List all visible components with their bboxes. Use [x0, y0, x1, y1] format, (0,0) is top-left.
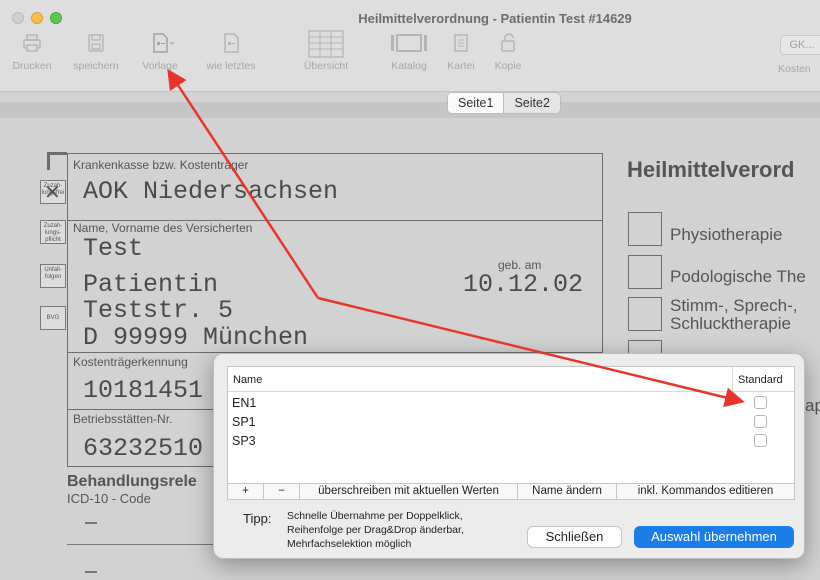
remove-button[interactable]: − — [264, 484, 300, 499]
toolbar-catalog-button[interactable]: Katalog — [386, 32, 432, 84]
rename-button[interactable]: Name ändern — [518, 484, 617, 499]
card-icon — [450, 32, 472, 54]
table-row[interactable]: SP1 — [228, 413, 794, 432]
form-corner-mark — [47, 152, 50, 170]
cost-carrier-label: Kostenträgerkennung — [73, 355, 188, 369]
template-icon — [149, 32, 175, 54]
icd-dash — [85, 522, 97, 524]
option-label-cut: ap — [805, 396, 820, 415]
toolbar-label: Kosten — [778, 63, 811, 75]
side-box-label: Unfall-folgen — [44, 267, 62, 280]
toolbar-save-button[interactable]: speichern — [68, 32, 124, 84]
app-window: Heilmittelverordnung - Patientin Test #1… — [0, 0, 820, 580]
name-label: Name, Vorname des Versicherten — [73, 221, 253, 235]
copayment-box[interactable]: Zuzah-lungs-pflicht — [40, 220, 66, 244]
toolbar-card-button[interactable]: Kartei — [443, 32, 479, 84]
tip-text: Schnelle Übernahme per Doppelklick, Reih… — [287, 510, 464, 550]
side-box-label: BVG — [46, 315, 60, 321]
window-title: Heilmittelverordnung - Patientin Test #1… — [358, 11, 632, 26]
toolbar-label: wie letztes — [206, 60, 256, 72]
insurer-label: Krankenkasse bzw. Kostenträger — [73, 158, 249, 172]
template-table: Name Standard EN1 SP1 SP3 — [227, 366, 795, 487]
toolbar-copy-button[interactable]: Kopie — [489, 32, 527, 84]
icd-dash — [85, 571, 97, 573]
form-heading: Heilmittelverord — [627, 157, 795, 182]
close-button[interactable]: Schließen — [527, 526, 622, 548]
catalog-icon — [389, 32, 429, 54]
tab-seite2[interactable]: Seite2 — [504, 93, 559, 113]
toolbar-print-button[interactable]: Drucken — [9, 32, 55, 84]
column-header-name[interactable]: Name — [233, 374, 262, 386]
copy-last-icon — [220, 32, 242, 54]
tip-label: Tipp: — [243, 511, 272, 526]
row-name: EN1 — [232, 396, 257, 410]
template-dialog: Name Standard EN1 SP1 SP3 + − überschrei… — [213, 353, 805, 559]
lastname-value: Test — [83, 234, 144, 263]
table-icon — [308, 30, 344, 58]
podology-checkbox[interactable] — [628, 255, 662, 289]
table-action-bar: + − überschreiben mit aktuellen Werten N… — [227, 483, 795, 500]
page-tabs: Seite1 Seite2 — [447, 92, 561, 114]
city-value: D 99999 München — [83, 323, 309, 352]
toolbar-label: Drucken — [12, 60, 52, 72]
treatment-heading: Behandlungsrele — [67, 473, 197, 490]
option-label: Stimm-, Sprech-, — [670, 296, 798, 315]
standard-checkbox[interactable] — [754, 415, 767, 428]
save-icon — [85, 32, 107, 54]
toolbar-like-last-button[interactable]: wie letztes — [200, 32, 262, 84]
street-value: Teststr. 5 — [83, 296, 234, 325]
toolbar-overview-button[interactable]: Übersicht — [296, 30, 356, 84]
accident-box[interactable]: Unfall-folgen — [40, 264, 66, 288]
row-name: SP1 — [232, 415, 256, 429]
option-label: Physiotherapie — [670, 225, 783, 244]
table-row[interactable]: SP3 — [228, 432, 794, 451]
toolbar-label: Übersicht — [303, 60, 349, 72]
firstname-value: Patientin — [83, 270, 219, 299]
side-box-label: Zuzah-lungs-pflicht — [43, 223, 63, 243]
icd-line — [67, 544, 227, 545]
free-of-charge-box[interactable]: Zuzah-lungsfrei ✕ — [40, 180, 66, 204]
cost-carrier-value: 10181451 — [83, 376, 204, 405]
cross-mark-icon: ✕ — [44, 182, 61, 204]
toolbar-label: speichern — [73, 60, 119, 72]
standard-checkbox[interactable] — [754, 396, 767, 409]
edit-commands-button[interactable]: inkl. Kommandos editieren — [617, 484, 794, 499]
table-row[interactable]: EN1 — [228, 394, 794, 413]
toolbar-label: Kartei — [447, 60, 475, 72]
speech-checkbox[interactable] — [628, 297, 662, 331]
overwrite-button[interactable]: überschreiben mit aktuellen Werten — [300, 484, 518, 499]
icd-label: ICD-10 - Code — [67, 491, 151, 506]
standard-checkbox[interactable] — [754, 434, 767, 447]
column-header-standard[interactable]: Standard — [732, 367, 792, 392]
insurer-value: AOK Niedersachsen — [83, 177, 339, 206]
lock-icon — [497, 32, 519, 54]
tab-seite1[interactable]: Seite1 — [448, 93, 505, 113]
toolbar-label: Kopie — [494, 60, 522, 72]
printer-icon — [21, 32, 43, 54]
form-corner-mark — [47, 152, 67, 155]
apply-selection-button[interactable]: Auswahl übernehmen — [634, 526, 794, 548]
option-label: Schlucktherapie — [670, 314, 791, 333]
table-header: Name Standard — [228, 367, 794, 392]
add-button[interactable]: + — [228, 484, 264, 499]
bvg-box[interactable]: BVG — [40, 306, 66, 330]
dob-value: 10.12.02 — [463, 270, 584, 299]
title-bar: Heilmittelverordnung - Patientin Test #1… — [0, 0, 820, 92]
bsnr-value: 63232510 — [83, 434, 204, 463]
page-panel-top — [0, 102, 820, 118]
bsnr-label: Betriebsstätten-Nr. — [73, 412, 173, 426]
physio-checkbox[interactable] — [628, 212, 662, 246]
gk-badge-icon: GK... — [780, 35, 820, 55]
toolbar-costs-button[interactable]: GK... Kosten — [770, 32, 820, 84]
option-label: Podologische The — [670, 267, 806, 286]
toolbar-template-button[interactable]: Vorlage — [137, 32, 183, 84]
toolbar-label: Vorlage — [142, 60, 178, 72]
toolbar-label: Katalog — [391, 60, 427, 72]
row-name: SP3 — [232, 434, 256, 448]
